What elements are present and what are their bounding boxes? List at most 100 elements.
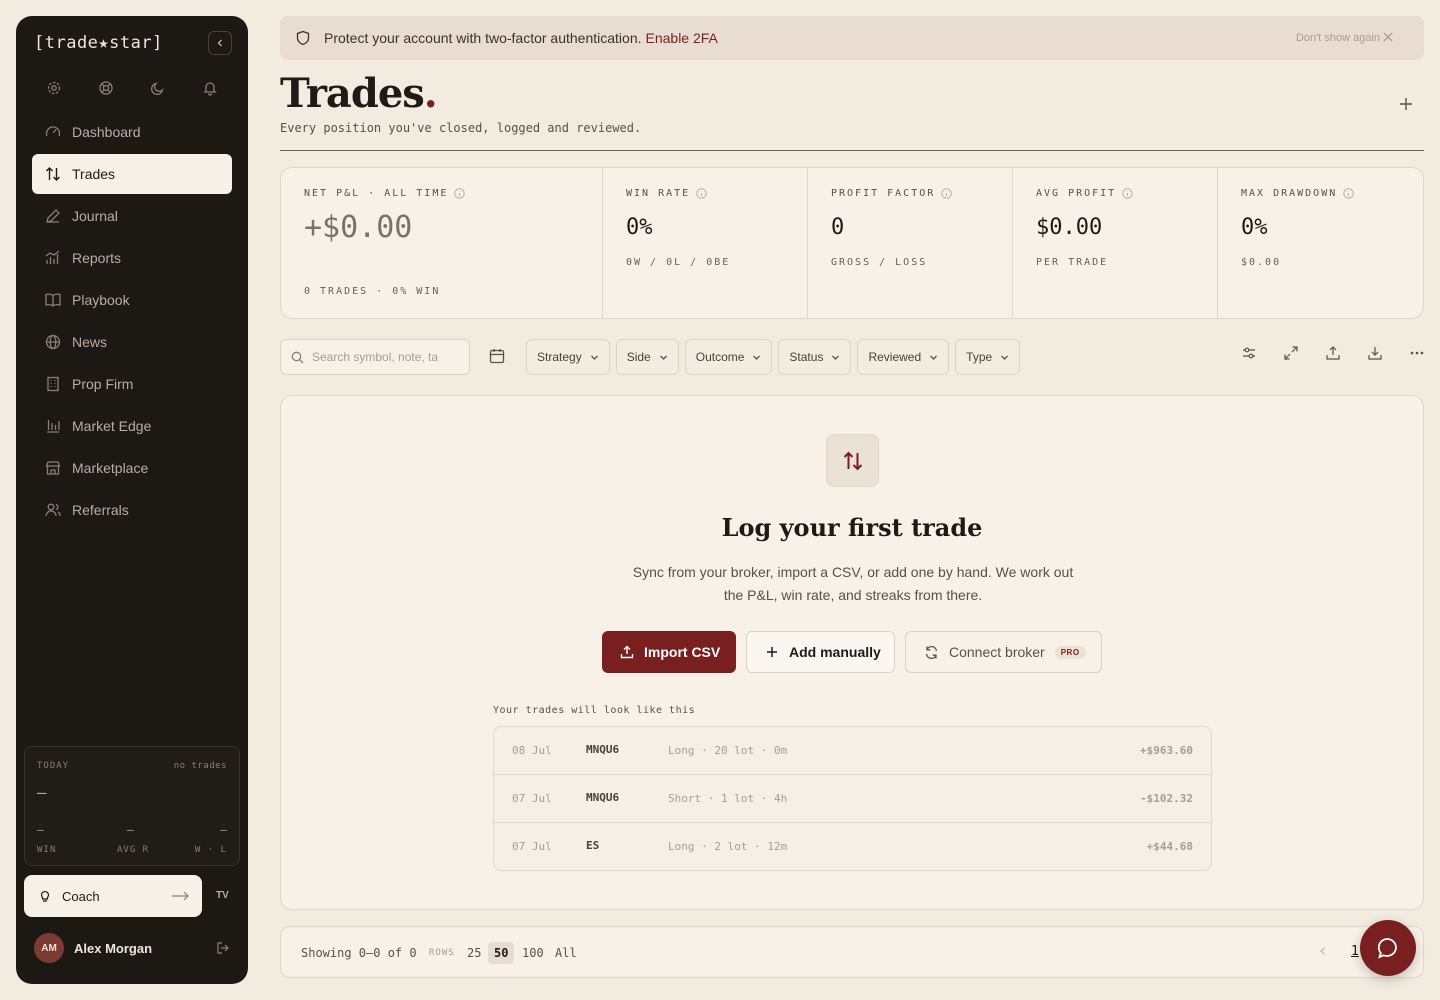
- rows-option-100[interactable]: 100: [516, 942, 550, 964]
- nav-item-news[interactable]: News: [32, 322, 232, 362]
- row-symbol: MNQU6: [586, 743, 620, 756]
- filter-outcome[interactable]: Outcome: [684, 339, 773, 375]
- import-csv-button[interactable]: Import CSV: [602, 631, 736, 673]
- two-factor-banner: Protect your account with two-factor aut…: [280, 16, 1424, 60]
- today-avg-label: AVG R: [117, 845, 150, 855]
- today-wl-label: W · L: [194, 845, 227, 855]
- date-range-button[interactable]: [488, 347, 506, 370]
- fullscreen-button[interactable]: [1270, 343, 1312, 363]
- dont-show-again-link[interactable]: Don't show again: [1296, 32, 1380, 44]
- lifebuoy-icon: [99, 81, 113, 95]
- nav-item-marketplace[interactable]: Marketplace: [32, 448, 232, 488]
- theme-toggle-button[interactable]: [132, 76, 184, 100]
- nav-item-referrals[interactable]: Referrals: [32, 490, 232, 530]
- nav-item-playbook[interactable]: Playbook: [32, 280, 232, 320]
- notifications-button[interactable]: [184, 76, 236, 100]
- today-status: no trades: [173, 761, 227, 771]
- nav-item-prop-firm[interactable]: Prop Firm: [32, 364, 232, 404]
- enable-2fa-link[interactable]: Enable 2FA: [646, 30, 718, 46]
- sidebar: [trade★star] Dashboard Trades Journal Re…: [16, 16, 248, 984]
- stat-label-text: MAX DRAWDOWN: [1241, 188, 1338, 199]
- page-number[interactable]: 1: [1351, 944, 1359, 959]
- nav-label: Trades: [72, 166, 116, 182]
- stat-value: 0%: [1241, 215, 1268, 240]
- filter-reviewed[interactable]: Reviewed: [857, 339, 950, 375]
- filter-side[interactable]: Side: [615, 339, 679, 375]
- rows-option-all[interactable]: All: [549, 942, 583, 964]
- coach-button[interactable]: Coach: [24, 875, 202, 917]
- chevron-down-icon: [659, 355, 667, 360]
- export-button[interactable]: [1312, 343, 1354, 363]
- nav-label: Market Edge: [72, 418, 152, 434]
- connect-broker-button[interactable]: Connect broker PRO: [905, 631, 1102, 673]
- info-icon[interactable]: [454, 188, 466, 199]
- chevron-down-icon: [590, 355, 598, 360]
- nav-label: Prop Firm: [72, 376, 134, 392]
- tradingview-link[interactable]: TV: [216, 890, 229, 901]
- logout-button[interactable]: [216, 941, 230, 960]
- stat-label-text: WIN RATE: [626, 188, 691, 199]
- chat-support-button[interactable]: [1360, 920, 1416, 976]
- today-label: TODAY: [37, 761, 70, 771]
- nav-label: Playbook: [72, 292, 130, 308]
- nav-item-journal[interactable]: Journal: [32, 196, 232, 236]
- chat-bubble-icon: [1377, 938, 1397, 959]
- chevron-down-icon: [1001, 355, 1009, 360]
- sliders-icon: [1243, 347, 1255, 359]
- row-symbol: MNQU6: [586, 791, 620, 804]
- nav-item-reports[interactable]: Reports: [32, 238, 232, 278]
- page-title-text: Trades: [280, 70, 425, 117]
- pagination-bar: Showing 0–0 of 0 ROWS 25 50 100 All 1: [280, 926, 1424, 978]
- nav-item-market-edge[interactable]: Market Edge: [32, 406, 232, 446]
- stat-sub: 0W / 0L / 0BE: [626, 257, 731, 268]
- prev-page-button[interactable]: [1317, 945, 1329, 960]
- pencil-icon: [46, 209, 60, 223]
- stat-label-text: PROFIT FACTOR: [831, 188, 936, 199]
- filter-status[interactable]: Status: [778, 339, 852, 375]
- globe-icon: [45, 334, 61, 350]
- collapse-sidebar-button[interactable]: [208, 31, 232, 55]
- stat-avg-profit: AVG PROFIT $0.00 PER TRADE: [1013, 168, 1218, 318]
- close-icon[interactable]: [1382, 31, 1394, 43]
- filter-strategy[interactable]: Strategy: [526, 339, 610, 375]
- add-trade-button[interactable]: [1396, 94, 1416, 119]
- user-name: Alex Morgan: [74, 940, 153, 956]
- chevron-down-icon: [832, 355, 840, 360]
- today-summary-card[interactable]: TODAY no trades — — — — WIN AVG R W · L: [24, 746, 240, 866]
- column-settings-button[interactable]: [1228, 343, 1270, 363]
- filter-bar: Strategy Side Outcome Status Reviewed Ty…: [526, 339, 1026, 375]
- filter-type[interactable]: Type: [955, 339, 1021, 375]
- add-manually-button[interactable]: Add manually: [746, 631, 895, 673]
- search-box: [280, 339, 470, 375]
- search-input[interactable]: [312, 350, 462, 364]
- calendar-icon: [489, 349, 505, 364]
- nav-label: Referrals: [72, 502, 129, 518]
- rows-option-25[interactable]: 25: [461, 942, 487, 964]
- user-profile[interactable]: AM Alex Morgan: [34, 933, 152, 963]
- search-icon: [291, 351, 304, 363]
- table-tools: [1228, 343, 1438, 363]
- row-pnl: +$963.60: [1140, 744, 1193, 757]
- settings-button[interactable]: [28, 76, 80, 100]
- info-icon[interactable]: [941, 188, 952, 199]
- chevron-left-icon: [1320, 947, 1325, 955]
- stat-sub: $0.00: [1241, 257, 1282, 268]
- stat-sub: GROSS / LOSS: [831, 257, 928, 268]
- more-options-button[interactable]: [1396, 343, 1438, 363]
- arrows-up-down-icon: [46, 167, 60, 181]
- help-button[interactable]: [80, 76, 132, 100]
- stat-win-rate: WIN RATE 0% 0W / 0L / 0BE: [603, 168, 808, 318]
- nav-item-dashboard[interactable]: Dashboard: [32, 112, 232, 152]
- preview-label: Your trades will look like this: [493, 705, 696, 716]
- info-icon[interactable]: [696, 188, 707, 199]
- info-icon[interactable]: [1343, 188, 1354, 199]
- info-icon[interactable]: [1122, 188, 1133, 199]
- nav-item-trades[interactable]: Trades: [32, 154, 232, 194]
- app-logo[interactable]: [trade★star]: [34, 33, 163, 53]
- upload-icon: [620, 645, 634, 659]
- more-horizontal-icon: [1410, 351, 1424, 355]
- rows-option-50[interactable]: 50: [488, 942, 515, 964]
- row-date: 07 Jul: [512, 792, 552, 805]
- chevron-down-icon: [930, 355, 938, 360]
- download-button[interactable]: [1354, 343, 1396, 363]
